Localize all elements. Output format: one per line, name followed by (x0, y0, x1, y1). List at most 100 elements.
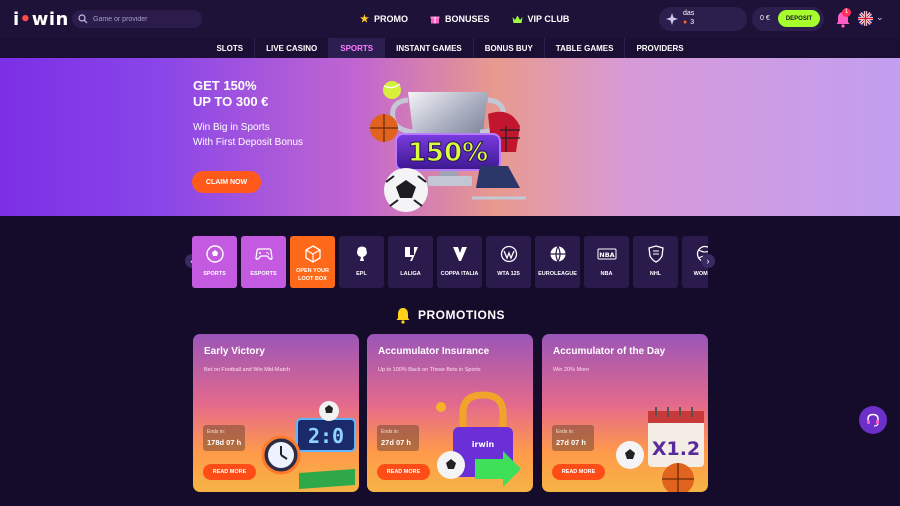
search-input[interactable] (93, 15, 193, 23)
tile-loot-box[interactable]: OPEN YOUR LOOT BOX (290, 236, 335, 288)
promo-card-subtitle: Bet on Football and Win Mid-Match (204, 367, 290, 373)
wta-icon (500, 245, 517, 263)
headset-icon (867, 413, 879, 427)
tile-label: NBA (600, 271, 613, 277)
read-more-button[interactable]: READ MORE (552, 464, 605, 480)
nhl-icon (647, 245, 664, 263)
user-level-value: 3 (690, 19, 695, 26)
tab-slots[interactable]: SLOTS (205, 38, 254, 58)
tile-label: EUROLEAGUE (538, 271, 577, 277)
nav-vip-club[interactable]: VIP CLUB (512, 14, 570, 24)
padlock-illustration: irwin (436, 391, 521, 487)
nav-promo[interactable]: ★ PROMO (360, 14, 408, 25)
gift-icon (430, 16, 440, 24)
search-icon (78, 14, 88, 24)
top-bar: i•win ★ PROMO BONUSES VIP CLUB (0, 0, 900, 38)
tile-wta-125[interactable]: WTA 125 (486, 236, 531, 288)
tab-instant-games[interactable]: INSTANT GAMES (384, 38, 473, 58)
username: das (683, 10, 695, 17)
gamepad-icon (254, 248, 273, 260)
tile-nhl[interactable]: NHL (633, 236, 678, 288)
nav-vip-label: VIP CLUB (527, 14, 570, 24)
paw-icon: ● (683, 19, 688, 26)
promo-card-early-victory[interactable]: Early Victory Bet on Football and Win Mi… (193, 334, 359, 492)
tile-epl[interactable]: EPL (339, 236, 384, 288)
hero-title-line1: GET 150% (193, 78, 257, 93)
scoreboard-clock-illustration: 2:0 (261, 401, 356, 489)
carousel-next-button[interactable]: › (701, 254, 715, 268)
tile-label: NHL (649, 271, 662, 277)
hero-title-line2: UP TO 300 € (193, 94, 269, 109)
tile-esports[interactable]: ESPORTS (241, 236, 286, 288)
category-nav: SLOTS LIVE CASINO SPORTS INSTANT GAMES B… (0, 38, 900, 58)
tile-label: WOMEN (693, 271, 708, 277)
calendar-multiplier-illustration: X1.2 (616, 407, 704, 492)
hero-banner[interactable]: GET 150% UP TO 300 € Win Big in Sports W… (0, 58, 900, 216)
tile-laliga[interactable]: LALIGA (388, 236, 433, 288)
nav-bonuses-label: BONUSES (444, 14, 490, 24)
tab-live-casino[interactable]: LIVE CASINO (254, 38, 328, 58)
tile-label: SPORTS (203, 271, 226, 277)
tile-label: OPEN YOUR LOOT BOX (296, 268, 329, 282)
tile-sports[interactable]: SPORTS (192, 236, 237, 288)
nav-bonuses[interactable]: BONUSES (430, 14, 490, 24)
multiplier-text: X1.2 (652, 438, 700, 460)
notifications-button[interactable]: 1 (835, 8, 851, 28)
loot-box-icon (304, 245, 321, 263)
chevron-down-icon[interactable]: ⌄ (876, 12, 884, 23)
promo-card-countdown: Ends in: 27d 07 h (377, 425, 419, 451)
notification-badge: 1 (842, 8, 851, 17)
countdown-label: Ends in: (207, 429, 226, 435)
read-more-button[interactable]: READ MORE (377, 464, 430, 480)
tile-euroleague[interactable]: EUROLEAGUE (535, 236, 580, 288)
star-icon: ★ (360, 13, 369, 25)
tile-label: EPL (356, 271, 367, 277)
tile-label: WTA 125 (497, 271, 520, 277)
claim-now-button[interactable]: CLAIM NOW (192, 171, 261, 193)
promo-card-title: Accumulator of the Day (553, 346, 666, 357)
tile-label: COPPA ITALIA (440, 271, 479, 277)
promo-card-accumulator-insurance[interactable]: Accumulator Insurance Up to 100% Back on… (367, 334, 533, 492)
promo-card-title: Early Victory (204, 346, 265, 357)
trophy-sports-illustration: 150% (370, 81, 526, 212)
promo-card-countdown: Ends in: 178d 07 h (203, 425, 245, 451)
countdown-value: 27d 07 h (556, 438, 587, 447)
nba-icon: NBA (597, 248, 616, 260)
logo[interactable]: i•win (13, 9, 69, 30)
read-more-button[interactable]: READ MORE (203, 464, 256, 480)
uk-flag-icon (858, 11, 873, 26)
hero-subtitle-line2: With First Deposit Bonus (193, 137, 304, 148)
tile-coppa-italia[interactable]: COPPA ITALIA (437, 236, 482, 288)
promo-card-subtitle: Win 20% More (553, 367, 590, 373)
tab-sports[interactable]: SPORTS (328, 38, 385, 58)
countdown-label: Ends in: (381, 429, 400, 435)
countdown-label: Ends in: (556, 429, 575, 435)
promo-card-accumulator-of-the-day[interactable]: Accumulator of the Day Win 20% More Ends… (542, 334, 708, 492)
nba-logo-text: NBA (599, 251, 614, 259)
hero-title: GET 150% UP TO 300 € (193, 78, 268, 110)
crown-icon (512, 15, 522, 23)
language-flag[interactable] (858, 11, 873, 26)
tab-bonus-buy[interactable]: BONUS BUY (472, 38, 544, 58)
nav-promo-label: PROMO (373, 14, 408, 24)
laliga-icon (404, 247, 418, 261)
promo-bell-icon (396, 308, 410, 324)
scoreboard-text: 2:0 (308, 424, 344, 448)
coppa-italia-icon (452, 247, 467, 261)
user-level: ● 3 (683, 19, 694, 26)
user-level-icon (666, 13, 678, 25)
logo-text-b: win (31, 9, 69, 30)
support-chat-button[interactable] (859, 406, 887, 434)
hero-subtitle-line1: Win Big in Sports (193, 122, 270, 133)
top-nav: ★ PROMO BONUSES VIP CLUB (360, 0, 569, 38)
tab-table-games[interactable]: TABLE GAMES (543, 38, 625, 58)
promo-card-title: Accumulator Insurance (378, 346, 490, 357)
search-box[interactable] (72, 10, 202, 28)
euroleague-icon (550, 246, 565, 262)
user-profile[interactable]: das ● 3 (659, 7, 747, 31)
deposit-button[interactable]: DEPOSIT (778, 10, 820, 27)
logo-text-a: i (13, 9, 20, 30)
promotions-heading: PROMOTIONS (0, 306, 900, 324)
tile-nba[interactable]: NBA NBA (584, 236, 629, 288)
tab-providers[interactable]: PROVIDERS (624, 38, 694, 58)
